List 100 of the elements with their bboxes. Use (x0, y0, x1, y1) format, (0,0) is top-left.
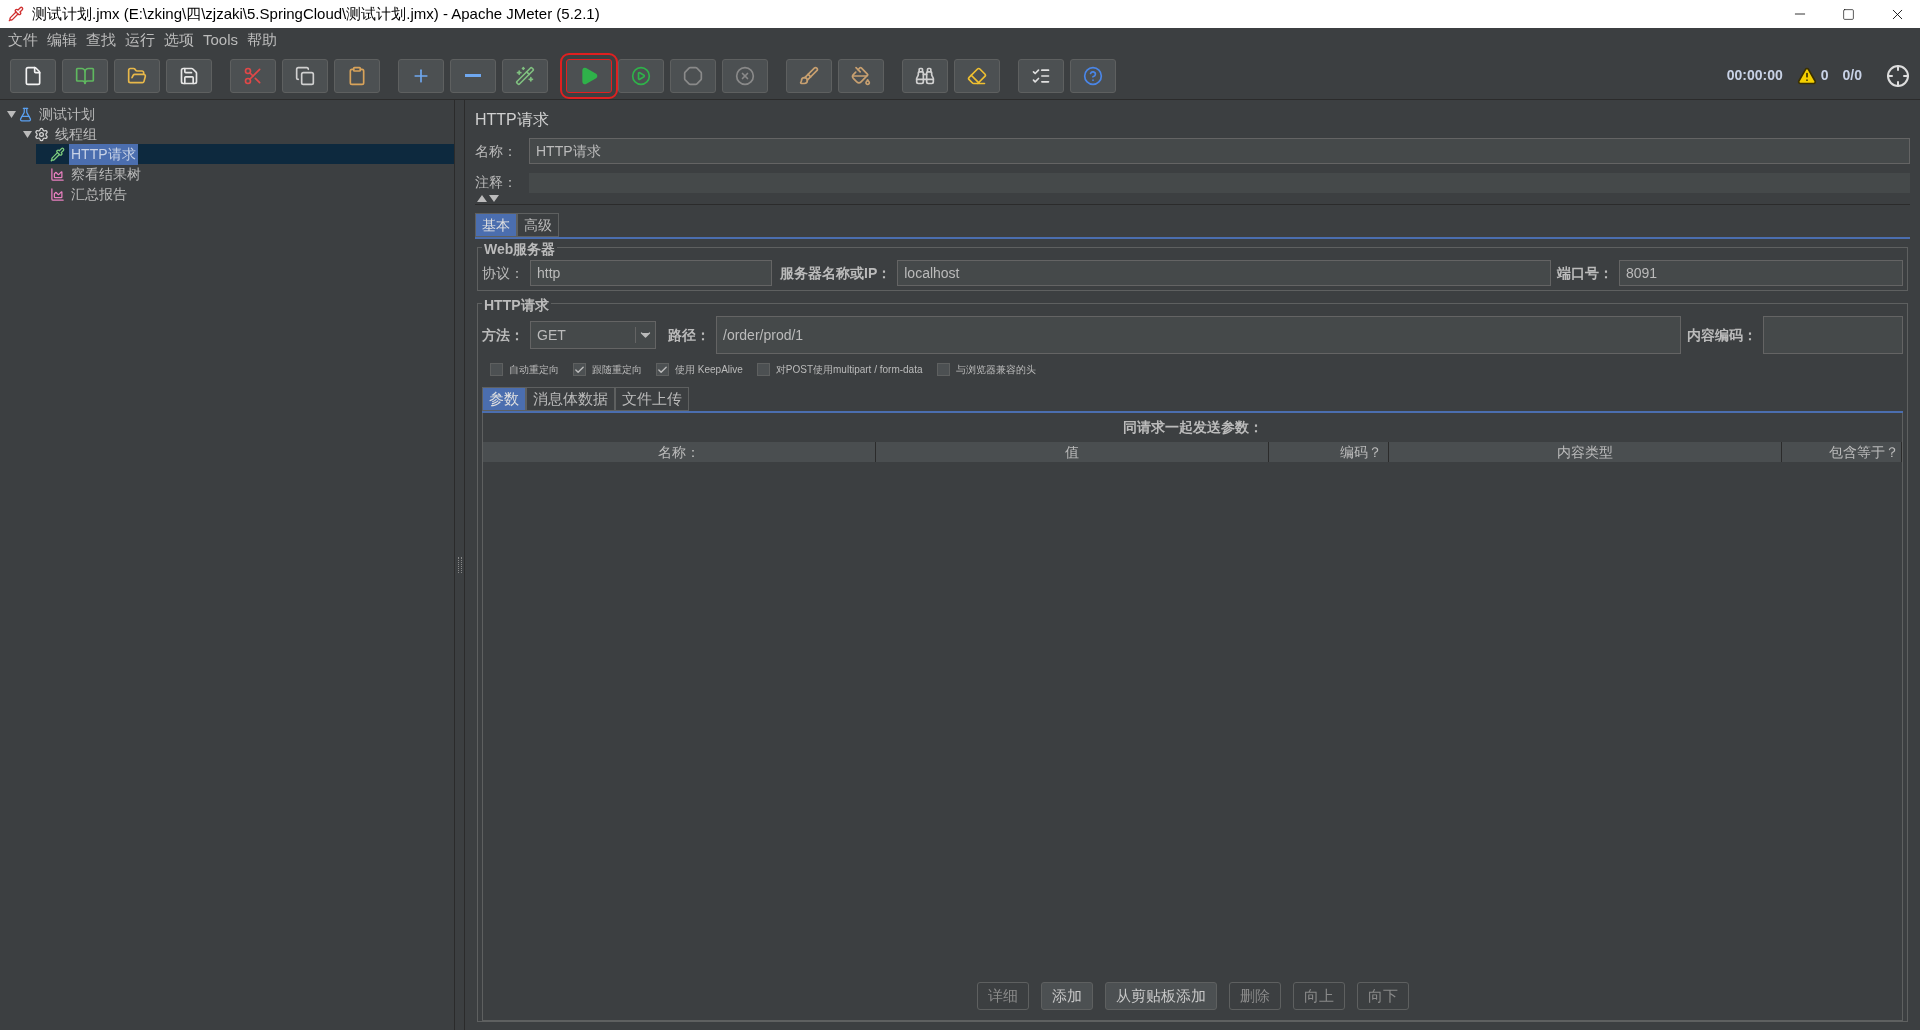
save-icon (179, 65, 199, 86)
menu-item[interactable]: 文件 (4, 28, 42, 52)
copy-icon (295, 65, 315, 86)
toolbar-button[interactable] (786, 58, 832, 93)
chart-icon (50, 166, 65, 182)
elapsed-time: 00:00:00 (1726, 66, 1783, 85)
tab[interactable]: 参数 (482, 387, 526, 411)
menu-item[interactable]: 运行 (121, 28, 159, 52)
tree-label: 察看结果树 (70, 164, 142, 184)
app-icon (8, 6, 24, 22)
window-title: 测试计划.jmx (E:\zking\四\zjzaki\5.SpringCloud\测试计划.jmx) - Apache JMeter (5.2.1) (32, 3, 600, 24)
toolbar-button[interactable] (166, 58, 212, 93)
toolbar-button[interactable] (954, 58, 1000, 93)
stop-icon (683, 65, 703, 86)
warning-icon[interactable] (1796, 65, 1817, 86)
play-circle-icon (631, 65, 651, 86)
protocol-field[interactable]: http (530, 260, 772, 286)
column-header[interactable]: 值 (876, 442, 1269, 462)
menu-item[interactable]: 查找 (82, 28, 120, 52)
field-label: 名称： (475, 141, 518, 161)
menu-item[interactable]: 选项 (160, 28, 198, 52)
chart-icon (50, 186, 65, 202)
pipette-icon (50, 146, 65, 162)
toolbar-button[interactable] (334, 58, 380, 93)
flask-icon (18, 106, 33, 122)
method-dropdown[interactable]: GET (530, 321, 656, 349)
field-label: 服务器名称或IP： (780, 263, 892, 283)
tree-label: 测试计划 (38, 104, 96, 124)
server-field[interactable]: localhost (897, 260, 1551, 286)
tree-item[interactable]: 汇总报告 (36, 184, 454, 204)
toolbar-button[interactable] (502, 58, 548, 93)
tree-label: 线程组 (54, 124, 98, 144)
tree-item[interactable]: 察看结果树 (36, 164, 454, 184)
restore-icon[interactable] (1842, 7, 1855, 21)
checkbox-label: 使用 KeepAlive (675, 363, 743, 377)
toolbar-button[interactable] (902, 58, 948, 93)
checkbox[interactable] (573, 363, 586, 376)
splitter-handle[interactable] (457, 557, 462, 573)
cut-icon (243, 65, 263, 86)
field-label: 路径： (668, 325, 710, 345)
toolbar-button[interactable] (450, 58, 496, 93)
tree-label: 汇总报告 (70, 184, 128, 204)
group-title: Web服务器 (482, 239, 558, 260)
new-file-icon (23, 65, 43, 86)
toolbar-button[interactable] (618, 58, 664, 93)
cross-circle-icon (735, 65, 755, 86)
collapse-arrows-icon[interactable] (477, 195, 499, 202)
field-label: 端口号： (1557, 263, 1613, 283)
toolbar-button[interactable] (62, 58, 108, 93)
help-icon (1083, 65, 1103, 86)
paste-icon (347, 65, 367, 86)
play-icon (579, 65, 599, 86)
tree-label: HTTP请求 (69, 143, 138, 165)
minus-icon (465, 74, 481, 77)
column-header[interactable]: 编码？ (1269, 442, 1389, 462)
tree-item[interactable]: HTTP请求 (36, 144, 454, 164)
gear-icon (34, 126, 49, 142)
thread-count: 0/0 (1842, 66, 1862, 85)
column-header[interactable]: 包含等于？ (1782, 442, 1902, 462)
checkbox[interactable] (936, 363, 950, 376)
column-header[interactable]: 名称： (483, 442, 876, 462)
params-caption: 同请求一起发送参数： (1122, 418, 1263, 437)
tab[interactable]: 消息体数据 (526, 387, 615, 411)
warning-count: 0 (1820, 66, 1829, 85)
checkbox-label: 跟随重定向 (592, 363, 642, 377)
port-field[interactable]: 8091 (1619, 260, 1903, 286)
name-field[interactable]: HTTP请求 (529, 138, 1910, 164)
brush-icon (799, 65, 819, 86)
toolbar-button[interactable] (114, 58, 160, 93)
toolbar-button[interactable] (10, 58, 56, 93)
tab[interactable]: 高级 (517, 213, 559, 237)
menu-item[interactable]: 编辑 (43, 28, 81, 52)
toolbar-button[interactable] (838, 58, 884, 93)
encoding-field[interactable] (1763, 316, 1903, 354)
tab[interactable]: 基本 (475, 213, 517, 237)
menu-item[interactable]: Tools (199, 28, 243, 52)
field-label: 协议： (482, 263, 524, 283)
panel-title: HTTP请求 (475, 110, 550, 130)
column-header[interactable]: 内容类型 (1389, 442, 1782, 462)
checkbox-label: 与浏览器兼容的头 (955, 363, 1036, 377)
binoculars-icon (915, 65, 935, 86)
remote-status-icon (1886, 63, 1910, 88)
action-button[interactable]: 从剪贴板添加 (1104, 982, 1217, 1010)
field-label: 方法： (482, 325, 524, 345)
checkbox-label: 自动重定向 (509, 363, 559, 377)
tab[interactable]: 文件上传 (615, 387, 689, 411)
tree-item[interactable]: 线程组 (20, 124, 454, 144)
toolbar-button[interactable] (1018, 58, 1064, 93)
path-field[interactable]: /order/prod/1 (716, 316, 1681, 354)
checkbox[interactable] (490, 363, 503, 376)
wand-icon (515, 65, 535, 86)
toolbar-button[interactable] (282, 58, 328, 93)
field-label: 内容编码： (1687, 325, 1757, 345)
checkbox[interactable] (656, 363, 669, 376)
checkbox-label: 对POST使用multipart / form-data (775, 363, 923, 377)
bucket-icon (851, 65, 871, 86)
menu-item[interactable]: 帮助 (243, 28, 282, 52)
action-button[interactable]: 添加 (1040, 982, 1093, 1010)
tree-item[interactable]: 测试计划 (4, 104, 454, 124)
checkbox[interactable] (756, 363, 770, 376)
